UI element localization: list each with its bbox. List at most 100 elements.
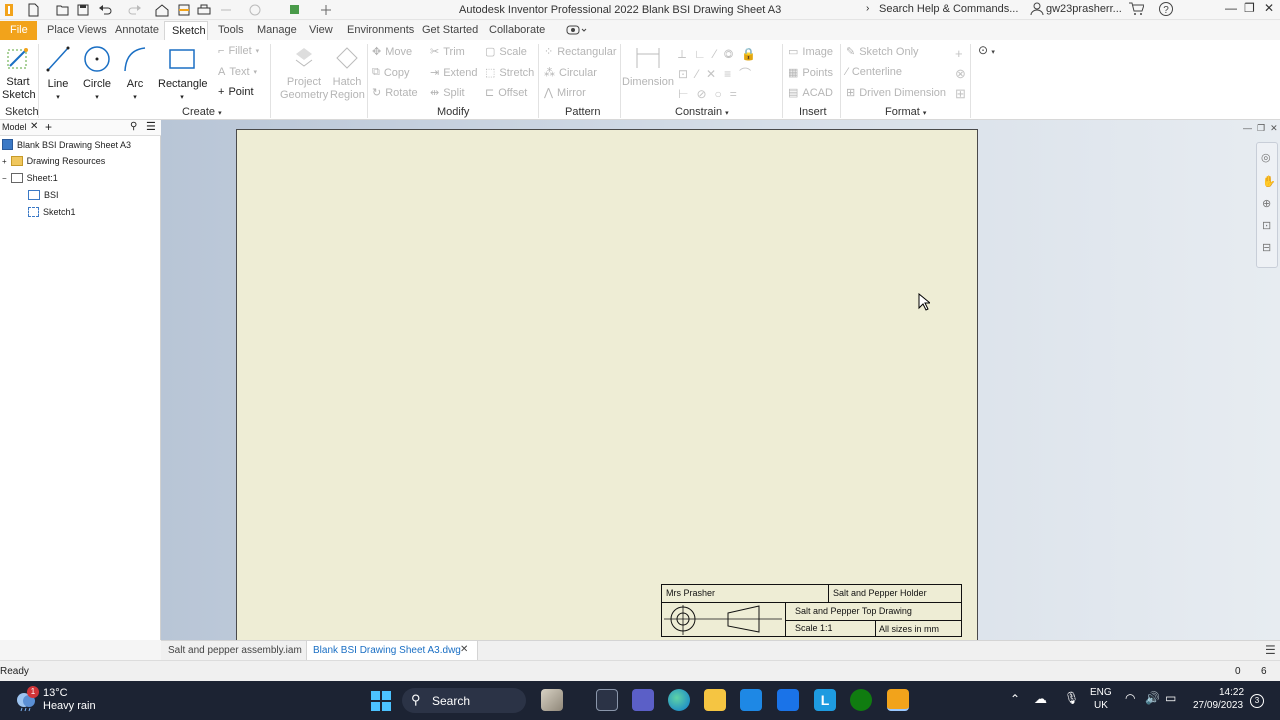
graphics-window[interactable]: — ❐ ✕ ◎ ✋ ⊕ ⊡ ⊟ Mrs Prasher Salt and Pep… [161, 120, 1280, 641]
cart-icon[interactable] [1128, 2, 1145, 19]
image-button[interactable]: ▭ Image [788, 45, 833, 59]
language-code[interactable]: ENG [1090, 687, 1112, 698]
doc-tab-drawing[interactable]: Blank BSI Drawing Sheet A3.dwg ✕ [306, 641, 478, 661]
tab-environments[interactable]: Environments [347, 24, 414, 36]
help-icon[interactable]: ? [1158, 1, 1174, 20]
open-folder-icon[interactable] [54, 2, 72, 18]
mirror-button[interactable]: ⋀ Mirror [544, 86, 586, 100]
tray-chevron-icon[interactable]: ⌃ [1010, 692, 1020, 706]
save-icon[interactable] [74, 2, 92, 18]
copy-button[interactable]: ⧉ Copy [372, 66, 410, 79]
text-button[interactable]: A Text ▾ [218, 66, 257, 78]
expand-icon[interactable]: + [2, 157, 7, 166]
pan-icon[interactable]: ✋ [1262, 175, 1276, 188]
onedrive-icon[interactable]: ☁ [1034, 691, 1047, 707]
search-help-input[interactable]: Search Help & Commands... [879, 3, 1018, 15]
file-explorer-icon[interactable] [704, 689, 726, 711]
start-sketch-button[interactable]: Start Sketch [2, 44, 36, 102]
tree-item-drawing-resources[interactable]: + Drawing Resources [2, 156, 105, 166]
xbox-icon[interactable] [850, 689, 872, 711]
mail-icon[interactable] [777, 689, 799, 711]
microphone-icon[interactable]: 🎙 [1064, 691, 1079, 705]
project-geometry-button[interactable]: Project Geometry [280, 44, 328, 102]
tab-annotate[interactable]: Annotate [115, 24, 159, 36]
collapse-icon[interactable]: − [2, 174, 7, 183]
wifi-icon[interactable]: ◠ [1125, 691, 1135, 705]
appearance-icon[interactable] [284, 2, 306, 18]
tab-collaborate[interactable]: Collaborate [489, 24, 545, 36]
clock-date[interactable]: 27/09/2023 [1193, 700, 1243, 711]
close-icon[interactable]: ✕ [1264, 1, 1274, 15]
update-icon[interactable] [244, 2, 266, 18]
trim-button[interactable]: ✂ Trim [430, 45, 465, 59]
notification-badge[interactable]: 3 [1250, 694, 1264, 708]
canvas-window-controls[interactable]: — ❐ ✕ [1243, 123, 1278, 134]
move-button[interactable]: ✥ Move [372, 45, 412, 59]
menu-icon[interactable]: ☰ [146, 120, 156, 133]
restore-icon[interactable]: ❐ [1244, 1, 1255, 15]
line-button[interactable]: Line ▾ [44, 44, 72, 104]
doc-tab-assembly[interactable]: Salt and pepper assembly.iam [168, 645, 302, 656]
home-icon[interactable] [154, 2, 170, 18]
tree-item-sheet[interactable]: − Sheet:1 [2, 173, 58, 183]
zoom-window-icon[interactable]: ⊡ [1262, 219, 1271, 232]
tab-sketch[interactable]: Sketch [164, 21, 208, 41]
split-button[interactable]: ⇹ Split [430, 86, 465, 100]
undo-icon[interactable] [94, 2, 116, 18]
scale-button[interactable]: ▢ Scale [485, 45, 527, 59]
hatch-region-button[interactable]: Hatch Region [330, 44, 365, 102]
teams-icon[interactable] [632, 689, 654, 711]
tab-tools[interactable]: Tools [218, 24, 244, 36]
tab-place-views[interactable]: Place Views [47, 24, 107, 36]
circle-button[interactable]: Circle ▾ [80, 44, 114, 104]
extend-button[interactable]: ⇥ Extend [430, 66, 477, 80]
inventor-taskbar-icon[interactable] [887, 689, 909, 711]
close-icon[interactable]: ✕ [30, 121, 38, 132]
tree-item-bsi[interactable]: BSI [28, 190, 59, 200]
rectangle-button[interactable]: Rectangle ▾ [158, 44, 208, 104]
volume-icon[interactable]: 🔊 [1145, 691, 1160, 705]
taskbar-search[interactable]: ⚲ Search [402, 688, 526, 713]
edge-icon[interactable] [668, 689, 690, 711]
zoom-icon[interactable]: ⊕ [1262, 197, 1271, 210]
sketch-only-button[interactable]: ✎ Sketch Only [846, 45, 919, 59]
circular-pattern-button[interactable]: ⁂ Circular [544, 66, 597, 80]
measure-icon[interactable] [218, 2, 234, 18]
inventor-logo-icon[interactable] [2, 2, 16, 18]
look-at-icon[interactable]: ⊟ [1262, 241, 1271, 254]
add-icon[interactable] [314, 2, 338, 18]
constraint-icons[interactable]: ⟂∟⁄◎🔒 ⊡⁄✕≡⌒ ⊢⊘○= [678, 44, 778, 102]
acad-button[interactable]: ▤ ACAD [788, 86, 833, 100]
steering-wheel-icon[interactable]: ◎ [1261, 151, 1271, 164]
dimension-button[interactable]: Dimension [622, 44, 674, 89]
region-code[interactable]: UK [1094, 700, 1108, 711]
tab-manage[interactable]: Manage [257, 24, 297, 36]
browser-tab-model[interactable]: Model [2, 122, 27, 132]
points-button[interactable]: ▦ Points [788, 66, 833, 80]
rectangular-pattern-button[interactable]: ⁘ Rectangular [544, 45, 617, 59]
fillet-button[interactable]: ⌐ Fillet ▾ [218, 45, 259, 57]
tree-item-sketch1[interactable]: Sketch1 [28, 207, 76, 217]
redo-icon[interactable] [124, 2, 146, 18]
store-icon[interactable] [740, 689, 762, 711]
add-icon[interactable]: + [45, 120, 52, 134]
tab-options-icon[interactable] [566, 24, 588, 39]
tab-file[interactable]: File [0, 21, 37, 40]
tab-view[interactable]: View [309, 24, 333, 36]
user-account[interactable]: gw23prasherr... [1046, 3, 1122, 15]
tree-item-drawing[interactable]: Blank BSI Drawing Sheet A3 [2, 139, 131, 150]
point-button[interactable]: + Point [218, 86, 254, 98]
stretch-button[interactable]: ⬚ Stretch [485, 66, 534, 80]
windows-start-icon[interactable] [371, 691, 391, 714]
arc-button[interactable]: Arc ▾ [122, 44, 148, 104]
search-icon[interactable]: ⚲ [130, 121, 137, 132]
minimize-icon[interactable]: — [1225, 1, 1237, 15]
battery-icon[interactable]: ▭ [1165, 691, 1176, 705]
close-icon[interactable]: ✕ [460, 644, 468, 655]
new-file-icon[interactable] [24, 2, 42, 18]
print-icon[interactable] [196, 2, 212, 18]
menu-icon[interactable]: ☰ [1265, 643, 1276, 657]
app-l-icon[interactable]: L [814, 689, 836, 711]
driven-dimension-button[interactable]: ⊞ Driven Dimension [846, 86, 946, 100]
clock-time[interactable]: 14:22 [1219, 687, 1244, 698]
